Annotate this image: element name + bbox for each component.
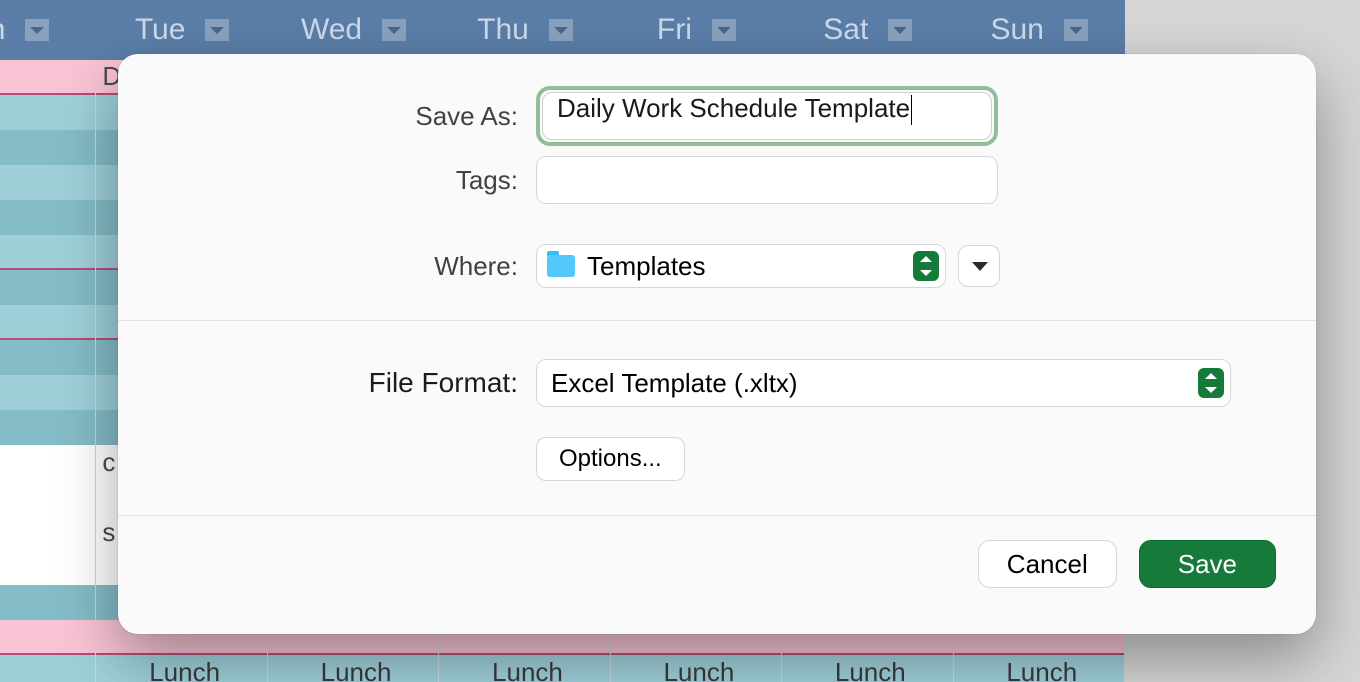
cal-cell[interactable]	[0, 620, 95, 655]
cal-cell[interactable]	[0, 410, 95, 445]
cal-cell-lunch[interactable]: Lunch	[439, 655, 609, 682]
day-heading-mon: on	[0, 0, 96, 60]
save-as-value: Daily Work Schedule Template	[557, 93, 910, 123]
cal-cell[interactable]	[0, 550, 95, 585]
day-dropdown-icon[interactable]	[25, 19, 49, 41]
cal-cell[interactable]	[0, 445, 95, 480]
day-label: Tue	[135, 13, 186, 47]
day-label: Sun	[991, 13, 1044, 47]
day-dropdown-icon[interactable]	[888, 19, 912, 41]
day-dropdown-icon[interactable]	[549, 19, 573, 41]
expand-browser-button[interactable]	[958, 245, 1000, 287]
day-label: Wed	[301, 13, 362, 47]
cal-cell[interactable]	[0, 95, 95, 130]
cal-cell[interactable]	[0, 585, 95, 620]
day-label: on	[0, 13, 5, 47]
day-label: Thu	[477, 13, 529, 47]
day-heading-wed: Wed	[268, 0, 439, 60]
day-heading-tue: Tue	[96, 0, 267, 60]
cal-cell[interactable]: ekly	[0, 130, 95, 165]
cal-cell[interactable]: team	[0, 270, 95, 305]
save-dialog: Save As: Daily Work Schedule Template Ta…	[118, 54, 1316, 634]
day-dropdown-icon[interactable]	[1064, 19, 1088, 41]
up-down-stepper-icon	[1198, 368, 1224, 398]
where-label: Where:	[118, 251, 518, 282]
day-dropdown-icon[interactable]	[712, 19, 736, 41]
dialog-footer: Cancel Save	[118, 516, 1316, 612]
file-format-value: Excel Template (.xltx)	[551, 368, 1198, 399]
cal-cell-lunch[interactable]: Lunch	[954, 655, 1124, 682]
cal-cell[interactable]: als	[0, 165, 95, 200]
tags-label: Tags:	[118, 165, 518, 196]
calendar-header: on Tue Wed Thu Fri Sat Sun	[0, 0, 1125, 60]
save-as-field-focus-ring: Daily Work Schedule Template	[536, 86, 998, 146]
cal-cell[interactable]: ggo	[0, 375, 95, 410]
where-select[interactable]: Templates	[536, 244, 946, 288]
save-as-label: Save As:	[118, 101, 518, 132]
day-dropdown-icon[interactable]	[205, 19, 229, 41]
text-caret-icon	[911, 95, 912, 125]
cancel-button[interactable]: Cancel	[978, 540, 1117, 588]
cal-cell-lunch[interactable]	[0, 655, 95, 682]
save-as-input[interactable]: Daily Work Schedule Template	[542, 92, 992, 140]
day-heading-fri: Fri	[611, 0, 782, 60]
up-down-stepper-icon	[913, 251, 939, 281]
cal-cell[interactable]	[0, 515, 95, 550]
cal-cell-lunch[interactable]: Lunch	[268, 655, 438, 682]
where-value: Templates	[587, 251, 901, 282]
cal-cell[interactable]: e mtg	[0, 305, 95, 340]
save-button[interactable]: Save	[1139, 540, 1276, 588]
cal-cell-lunch[interactable]: Lunch	[782, 655, 952, 682]
folder-icon	[547, 255, 575, 277]
options-button[interactable]: Options...	[536, 437, 685, 481]
day-heading-sun: Sun	[954, 0, 1125, 60]
day-dropdown-icon[interactable]	[382, 19, 406, 41]
day-heading-thu: Thu	[439, 0, 610, 60]
cal-cell[interactable]	[0, 480, 95, 515]
cal-cell[interactable]: ck-in	[0, 200, 95, 235]
day-heading-sat: Sat	[782, 0, 953, 60]
cal-cell[interactable]: tg	[0, 235, 95, 270]
file-format-label: File Format:	[118, 367, 518, 399]
cal-cell-lunch[interactable]: Lunch	[96, 655, 266, 682]
file-format-select[interactable]: Excel Template (.xltx)	[536, 359, 1231, 407]
cal-cell[interactable]: work	[0, 60, 95, 95]
day-label: Sat	[823, 13, 868, 47]
cal-col-mon: work ekly als ck-in tg team e mtg with g…	[0, 60, 96, 682]
cal-cell[interactable]: with	[0, 340, 95, 375]
day-label: Fri	[657, 13, 692, 47]
cal-cell-lunch[interactable]: Lunch	[611, 655, 781, 682]
tags-input[interactable]	[536, 156, 998, 204]
